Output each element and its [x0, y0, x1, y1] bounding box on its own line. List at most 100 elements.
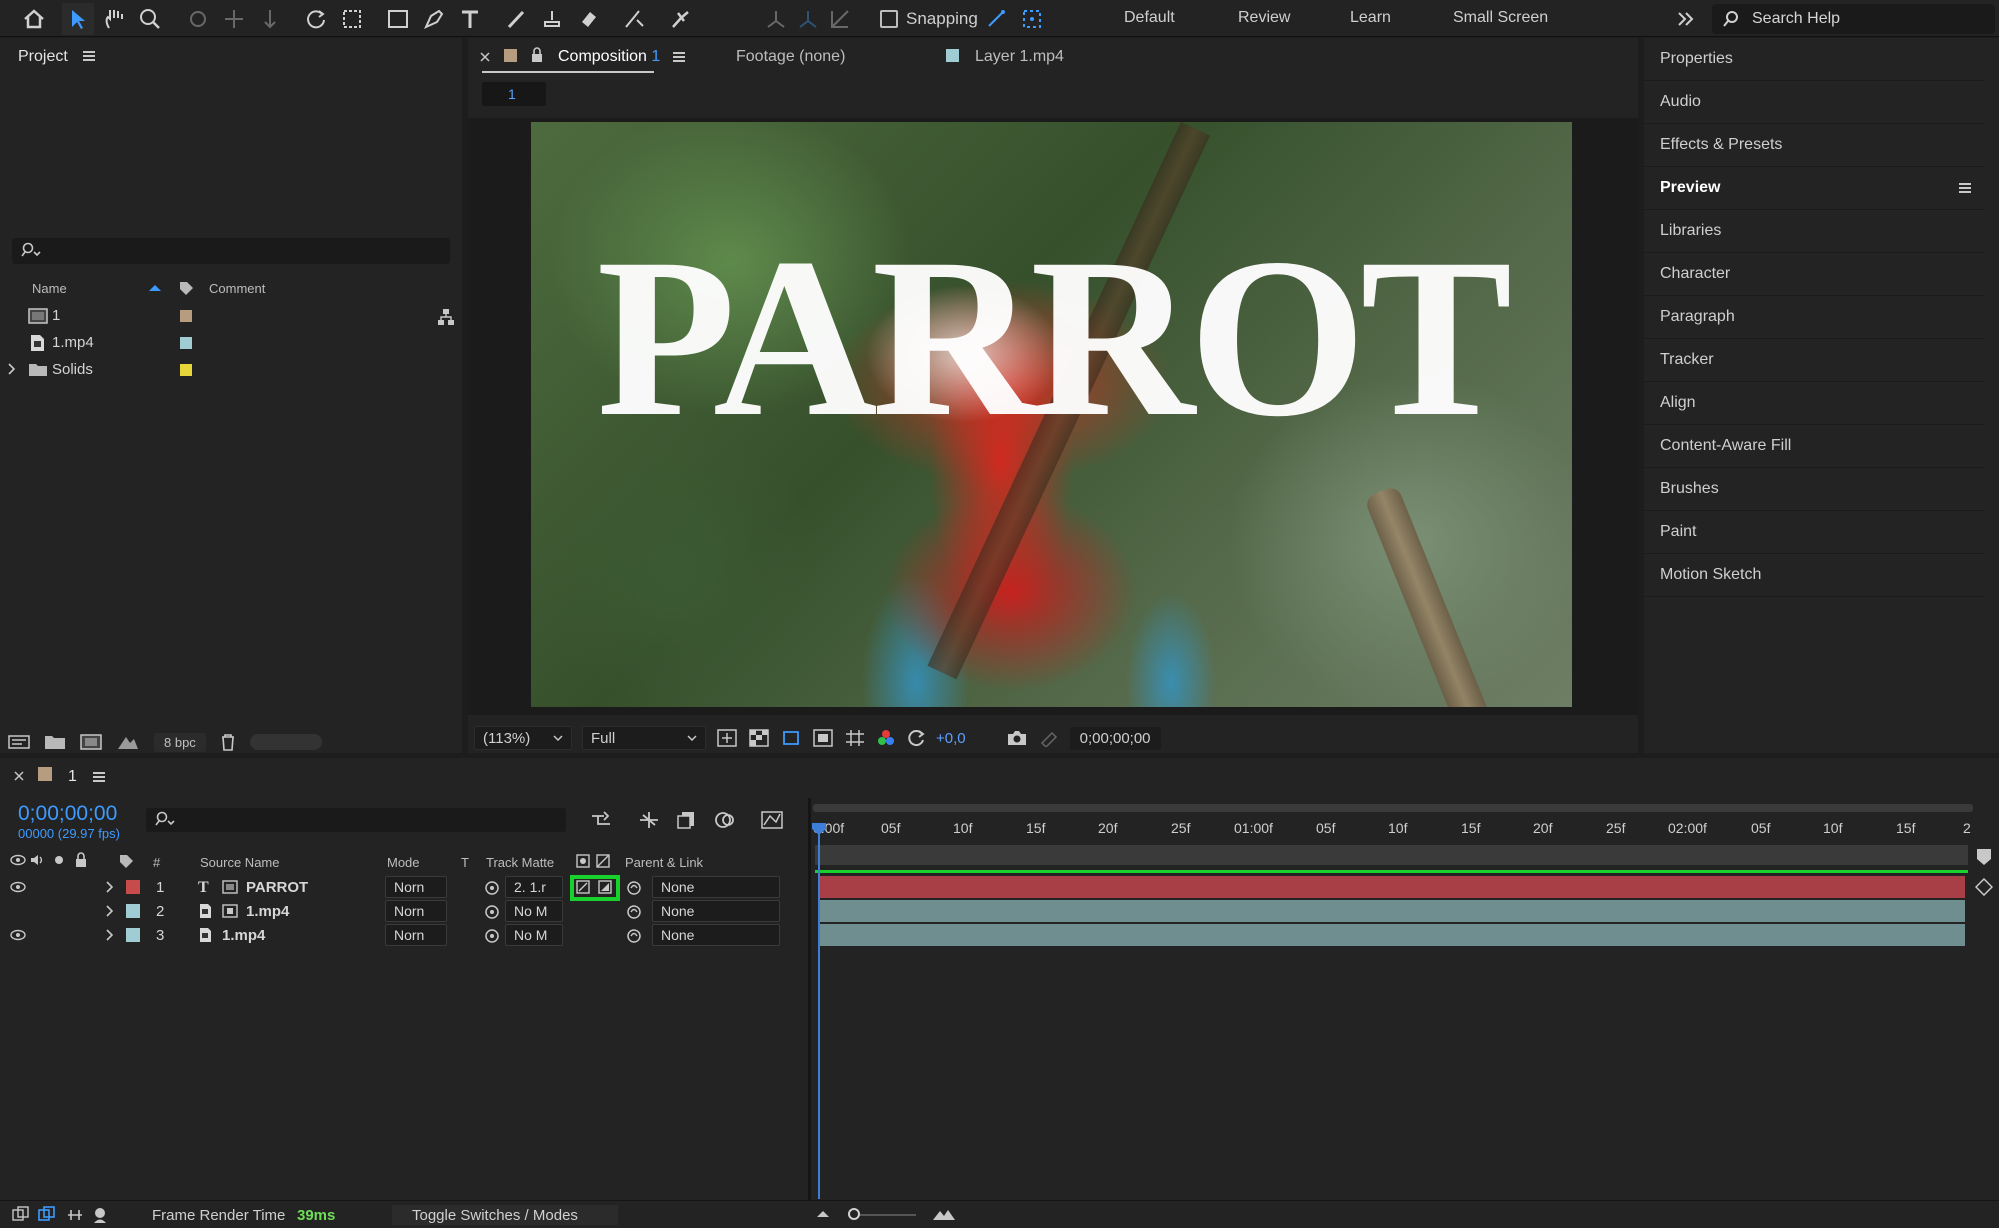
track-matte-dropdown[interactable]: No M	[505, 924, 563, 946]
brush-tool-icon[interactable]	[500, 3, 532, 35]
parent-pickwhip-icon[interactable]	[626, 880, 642, 896]
mask-visibility-icon[interactable]	[780, 728, 802, 748]
toggle-switches-modes-button[interactable]: Toggle Switches / Modes	[392, 1205, 618, 1225]
panel-brushes[interactable]: Brushes	[1644, 468, 1984, 511]
rectangle-tool-icon[interactable]	[382, 3, 414, 35]
layer-label-color[interactable]	[126, 880, 140, 894]
type-tool-icon[interactable]	[454, 3, 486, 35]
region-of-interest-icon[interactable]	[812, 728, 834, 748]
panel-character[interactable]: Character	[1644, 253, 1984, 296]
project-horizontal-scrollbar[interactable]	[250, 734, 322, 750]
transfer-controls-icon[interactable]	[38, 1206, 56, 1224]
show-snapshot-icon[interactable]	[1038, 729, 1060, 747]
layer-name[interactable]: PARROT	[246, 879, 308, 896]
parrot-title-text[interactable]: PARROT	[531, 224, 1572, 452]
panel-audio[interactable]: Audio	[1644, 81, 1984, 124]
layer-name[interactable]: 1.mp4	[246, 903, 289, 920]
lock-icon[interactable]	[74, 852, 88, 868]
view-axis-icon[interactable]	[824, 3, 856, 35]
composition-frame-image[interactable]: PARROT	[531, 122, 1572, 707]
snapshot-camera-icon[interactable]	[1006, 729, 1028, 747]
panel-menu-icon[interactable]	[82, 50, 96, 62]
panel-preview[interactable]: Preview	[1644, 167, 1984, 210]
zoom-out-icon[interactable]	[816, 1209, 830, 1219]
lock-icon[interactable]	[530, 47, 544, 63]
selection-tool-icon[interactable]	[62, 3, 94, 35]
blend-mode-dropdown[interactable]: Norn	[385, 924, 447, 946]
viewer-current-time[interactable]: 0;00;00;00	[1069, 726, 1161, 750]
chevron-right-icon[interactable]	[106, 881, 114, 893]
reset-exposure-icon[interactable]	[906, 728, 926, 748]
timeline-search-input[interactable]	[146, 808, 566, 832]
project-search-input[interactable]	[12, 238, 450, 264]
channel-rgb-icon[interactable]	[876, 728, 896, 748]
tab-layer[interactable]: Layer 1.mp4	[975, 48, 1064, 66]
panel-motion-sketch[interactable]: Motion Sketch	[1644, 554, 1984, 597]
dolly-camera-icon[interactable]	[254, 3, 286, 35]
layer-bar-2[interactable]	[820, 900, 1965, 922]
label-tag-icon[interactable]	[118, 853, 134, 869]
rotation-tool-icon[interactable]	[300, 3, 332, 35]
panel-tracker[interactable]: Tracker	[1644, 339, 1984, 382]
eye-icon[interactable]	[10, 881, 26, 893]
clone-stamp-tool-icon[interactable]	[536, 3, 568, 35]
more-workspaces-icon[interactable]	[1670, 3, 1702, 35]
trash-icon[interactable]	[220, 733, 236, 751]
label-color-swatch[interactable]	[180, 337, 192, 349]
puppet-tool-icon[interactable]	[664, 3, 696, 35]
pan-camera-icon[interactable]	[218, 3, 250, 35]
panel-paint[interactable]: Paint	[1644, 511, 1984, 554]
comp-breadcrumb[interactable]: 1	[482, 82, 546, 106]
hide-shy-layers-icon[interactable]	[676, 810, 698, 830]
resolution-dropdown[interactable]: Full	[582, 726, 706, 750]
sort-ascending-icon[interactable]	[148, 284, 162, 292]
col-source-name-header[interactable]: Source Name	[200, 855, 279, 870]
label-color-swatch[interactable]	[180, 310, 192, 322]
label-tag-icon[interactable]	[178, 280, 194, 296]
composition-viewer[interactable]: PARROT	[468, 118, 1638, 715]
layer-name[interactable]: 1.mp4	[222, 927, 265, 944]
panel-menu-icon[interactable]	[1958, 182, 1972, 194]
pen-tool-icon[interactable]	[418, 3, 450, 35]
chevron-right-icon[interactable]	[8, 363, 16, 375]
transparency-grid-icon[interactable]	[748, 728, 770, 748]
exposure-value[interactable]: +0,0	[936, 730, 966, 747]
color-depth-button[interactable]: 8 bpc	[154, 732, 206, 752]
pickwhip-icon[interactable]	[484, 904, 500, 920]
new-composition-icon[interactable]	[80, 733, 102, 751]
pan-behind-tool-icon[interactable]	[336, 3, 368, 35]
work-area-bar[interactable]	[815, 845, 1968, 865]
zoom-in-icon[interactable]	[932, 1207, 956, 1221]
magnification-dropdown[interactable]: (113%)	[474, 726, 572, 750]
panel-menu-icon[interactable]	[92, 771, 106, 783]
pickwhip-icon[interactable]	[484, 928, 500, 944]
panel-properties[interactable]: Properties	[1644, 38, 1984, 81]
playhead-icon[interactable]	[811, 822, 827, 836]
audio-icon[interactable]	[30, 854, 46, 866]
zoom-tool-icon[interactable]	[134, 3, 166, 35]
workspace-learn[interactable]: Learn	[1350, 9, 1391, 27]
blend-mode-dropdown[interactable]: Norn	[385, 900, 447, 922]
label-color-swatch[interactable]	[180, 364, 192, 376]
orbit-camera-icon[interactable]	[182, 3, 214, 35]
snap-edges-icon[interactable]	[980, 3, 1012, 35]
frame-blending-icon[interactable]	[714, 810, 736, 830]
tab-composition[interactable]: Composition 1	[558, 48, 660, 66]
graph-editor-icon[interactable]	[760, 810, 784, 830]
composition-flowchart-icon[interactable]	[590, 810, 612, 830]
layer-row-2[interactable]: 2 1.mp4 Norn No M None	[0, 899, 810, 923]
project-panel-title[interactable]: Project	[18, 48, 68, 66]
parent-dropdown[interactable]: None	[652, 924, 780, 946]
panel-content-aware-fill[interactable]: Content-Aware Fill	[1644, 425, 1984, 468]
render-time-icon[interactable]	[92, 1206, 112, 1224]
keyframe-navigator-icon[interactable]	[1975, 878, 1993, 896]
parent-pickwhip-icon[interactable]	[626, 904, 642, 920]
grid-guides-icon[interactable]	[844, 728, 866, 748]
current-time-indicator[interactable]	[818, 824, 820, 1199]
eraser-tool-icon[interactable]	[572, 3, 604, 35]
hand-tool-icon[interactable]	[98, 3, 130, 35]
search-help-field[interactable]: Search Help	[1712, 4, 1995, 34]
panel-paragraph[interactable]: Paragraph	[1644, 296, 1984, 339]
panel-libraries[interactable]: Libraries	[1644, 210, 1984, 253]
tab-footage[interactable]: Footage (none)	[736, 48, 845, 66]
